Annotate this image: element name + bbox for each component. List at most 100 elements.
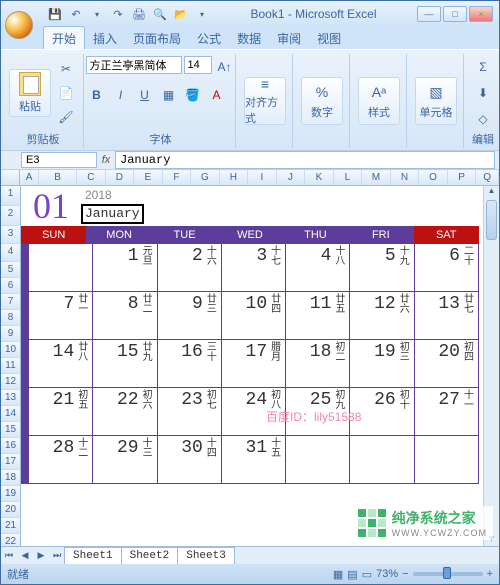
qat-undo-icon[interactable]: ↶ bbox=[68, 6, 84, 22]
paste-button[interactable]: 粘贴 bbox=[9, 69, 51, 117]
row-header-13[interactable]: 13 bbox=[1, 390, 21, 406]
row-header-4[interactable]: 4 bbox=[1, 244, 21, 262]
day-cell[interactable]: 16三十 bbox=[158, 340, 222, 387]
copy-icon[interactable]: 📄 bbox=[55, 82, 77, 104]
row-header-3[interactable]: 3 bbox=[1, 226, 21, 244]
qat-open-icon[interactable]: 📂 bbox=[173, 6, 189, 22]
sheet-tab-sheet3[interactable]: Sheet3 bbox=[177, 547, 235, 564]
font-size-select[interactable] bbox=[184, 56, 212, 74]
zoom-percent[interactable]: 73% bbox=[376, 568, 398, 580]
tab-开始[interactable]: 开始 bbox=[43, 26, 85, 49]
sheet-nav-next-icon[interactable]: ▶ bbox=[33, 550, 49, 561]
qat-customize-icon[interactable]: ▾ bbox=[194, 6, 210, 22]
col-header-Q[interactable]: Q bbox=[476, 170, 499, 185]
day-cell[interactable]: 19初三 bbox=[350, 340, 414, 387]
qat-print-icon[interactable]: 🖨 bbox=[131, 6, 147, 22]
day-cell[interactable]: 7廿一 bbox=[29, 292, 93, 339]
select-all-corner[interactable] bbox=[1, 170, 20, 185]
office-button[interactable] bbox=[5, 11, 33, 39]
col-header-G[interactable]: G bbox=[191, 170, 220, 185]
scroll-thumb[interactable] bbox=[486, 200, 497, 240]
view-normal-icon[interactable]: ▦ bbox=[333, 568, 343, 581]
day-cell[interactable] bbox=[29, 244, 93, 291]
qat-redo-icon[interactable]: ↷ bbox=[110, 6, 126, 22]
qat-save-icon[interactable]: 💾 bbox=[47, 6, 63, 22]
bold-button[interactable]: B bbox=[86, 84, 108, 106]
tab-页面布局[interactable]: 页面布局 bbox=[125, 27, 189, 49]
day-cell[interactable]: 18初二 bbox=[286, 340, 350, 387]
row-header-20[interactable]: 20 bbox=[1, 502, 21, 518]
name-box[interactable] bbox=[21, 152, 97, 168]
format-painter-icon[interactable]: 🖌 bbox=[55, 106, 77, 128]
day-cell[interactable] bbox=[415, 436, 479, 483]
row-header-21[interactable]: 21 bbox=[1, 518, 21, 534]
alignment-button[interactable]: ≡对齐方式 bbox=[244, 77, 286, 125]
day-cell[interactable]: 27十一 bbox=[415, 388, 479, 435]
day-cell[interactable]: 21初五 bbox=[29, 388, 93, 435]
day-cell[interactable]: 12廿六 bbox=[350, 292, 414, 339]
col-header-O[interactable]: O bbox=[419, 170, 448, 185]
row-header-15[interactable]: 15 bbox=[1, 422, 21, 438]
col-header-M[interactable]: M bbox=[362, 170, 391, 185]
sheet-tab-sheet2[interactable]: Sheet2 bbox=[121, 547, 179, 564]
row-header-7[interactable]: 7 bbox=[1, 294, 21, 310]
underline-button[interactable]: U bbox=[134, 84, 156, 106]
cut-icon[interactable]: ✂ bbox=[55, 58, 77, 80]
font-family-select[interactable] bbox=[86, 56, 182, 74]
view-break-icon[interactable]: ▭ bbox=[362, 568, 372, 581]
day-cell[interactable]: 5十九 bbox=[350, 244, 414, 291]
row-header-14[interactable]: 14 bbox=[1, 406, 21, 422]
day-cell[interactable]: 2十六 bbox=[158, 244, 222, 291]
number-button[interactable]: %数字 bbox=[301, 77, 343, 125]
day-cell[interactable]: 25初九 bbox=[286, 388, 350, 435]
row-header-8[interactable]: 8 bbox=[1, 310, 21, 326]
day-cell[interactable] bbox=[350, 436, 414, 483]
sheet-nav-prev-icon[interactable]: ◀ bbox=[17, 550, 33, 561]
col-header-L[interactable]: L bbox=[334, 170, 363, 185]
col-header-D[interactable]: D bbox=[106, 170, 135, 185]
day-cell[interactable]: 3十七 bbox=[222, 244, 286, 291]
col-header-I[interactable]: I bbox=[248, 170, 277, 185]
day-cell[interactable]: 11廿五 bbox=[286, 292, 350, 339]
day-cell[interactable]: 9廿三 bbox=[158, 292, 222, 339]
day-cell[interactable]: 20初四 bbox=[415, 340, 479, 387]
col-header-E[interactable]: E bbox=[134, 170, 163, 185]
formula-bar[interactable] bbox=[115, 151, 495, 169]
italic-button[interactable]: I bbox=[110, 84, 132, 106]
tab-审阅[interactable]: 审阅 bbox=[269, 27, 309, 49]
day-cell[interactable]: 30十四 bbox=[158, 436, 222, 483]
col-header-N[interactable]: N bbox=[391, 170, 420, 185]
row-header-9[interactable]: 9 bbox=[1, 326, 21, 342]
view-layout-icon[interactable]: ▤ bbox=[347, 568, 357, 581]
day-cell[interactable]: 23初七 bbox=[158, 388, 222, 435]
grow-font-icon[interactable]: A↑ bbox=[214, 56, 236, 78]
tab-数据[interactable]: 数据 bbox=[229, 27, 269, 49]
sheet-nav-last-icon[interactable]: ⏭ bbox=[49, 550, 65, 561]
scroll-up-icon[interactable]: ▲ bbox=[484, 186, 499, 198]
day-cell[interactable]: 10廿四 bbox=[222, 292, 286, 339]
maximize-button[interactable]: □ bbox=[443, 6, 467, 22]
col-header-H[interactable]: H bbox=[220, 170, 249, 185]
sheet-tab-sheet1[interactable]: Sheet1 bbox=[64, 547, 122, 564]
day-cell[interactable]: 26初十 bbox=[350, 388, 414, 435]
row-header-16[interactable]: 16 bbox=[1, 438, 21, 454]
qat-undo-drop-icon[interactable]: ▾ bbox=[89, 6, 105, 22]
day-cell[interactable]: 28十二 bbox=[29, 436, 93, 483]
col-header-K[interactable]: K bbox=[305, 170, 334, 185]
day-cell[interactable]: 24初八 bbox=[222, 388, 286, 435]
tab-公式[interactable]: 公式 bbox=[189, 27, 229, 49]
cells-button[interactable]: ▧单元格 bbox=[415, 77, 457, 125]
clear-icon[interactable]: ◇ bbox=[472, 108, 494, 130]
zoom-in-button[interactable]: + bbox=[487, 568, 493, 580]
day-cell[interactable]: 1元旦 bbox=[93, 244, 157, 291]
col-header-J[interactable]: J bbox=[277, 170, 306, 185]
zoom-slider[interactable] bbox=[413, 572, 483, 576]
tab-视图[interactable]: 视图 bbox=[309, 27, 349, 49]
row-header-5[interactable]: 5 bbox=[1, 262, 21, 278]
close-button[interactable]: × bbox=[469, 6, 493, 22]
fx-icon[interactable]: fx bbox=[97, 154, 115, 166]
day-cell[interactable]: 17腊月 bbox=[222, 340, 286, 387]
row-header-17[interactable]: 17 bbox=[1, 454, 21, 470]
col-header-C[interactable]: C bbox=[77, 170, 106, 185]
day-cell[interactable]: 6二十 bbox=[415, 244, 479, 291]
